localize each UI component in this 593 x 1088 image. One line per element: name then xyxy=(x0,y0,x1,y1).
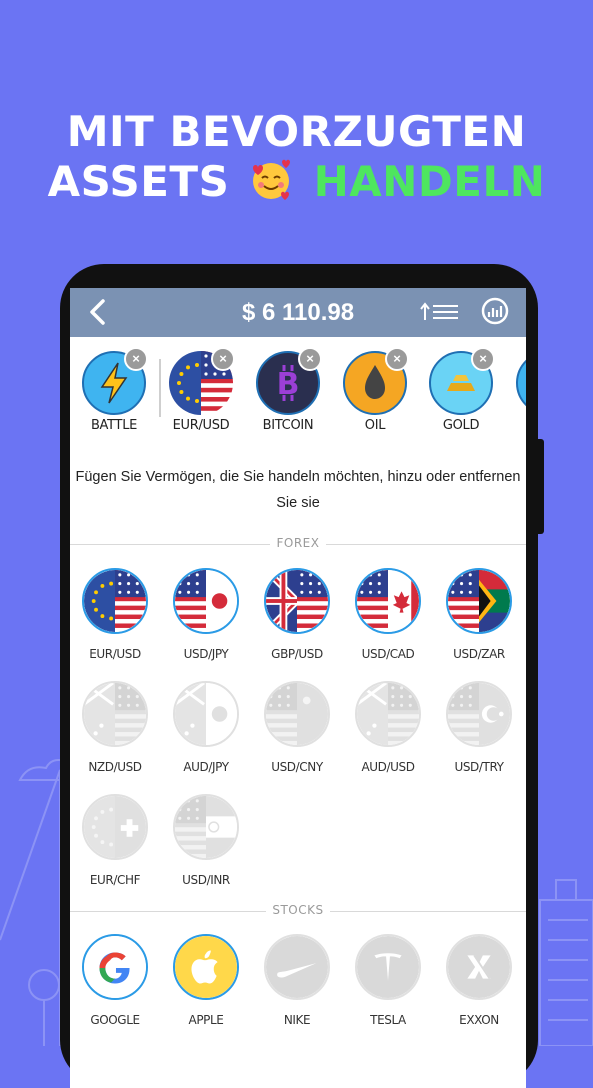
asset-usd-cad[interactable]: USD/CAD xyxy=(348,568,428,661)
remove-favorite-button[interactable]: × xyxy=(298,347,322,371)
gbp-usd-icon xyxy=(264,568,330,634)
aud-jpy-icon xyxy=(173,681,239,747)
asset-tesla[interactable]: TESLA xyxy=(348,934,428,1027)
asset-label: USD/JPY xyxy=(183,647,229,661)
partial-icon xyxy=(516,351,526,415)
asset-label: APPLE xyxy=(188,1013,224,1027)
section-title-stocks: STOCKS xyxy=(272,903,324,917)
smiling-face-with-hearts-icon xyxy=(253,159,291,200)
usd-inr-icon xyxy=(173,794,239,860)
usd-jpy-icon xyxy=(173,568,239,634)
phone-frame: $ 6 110.98 × BATTLE × EUR/USD B × BITCOIN × OIL ×… xyxy=(60,264,544,1088)
usd-zar-icon xyxy=(446,568,512,634)
eur-usd-flag-icon: × xyxy=(169,347,235,415)
favorites-row: ×BATTLE×EUR/USDB×BITCOIN×OIL×GOLDET xyxy=(70,337,526,449)
asset-eur-usd[interactable]: EUR/USD xyxy=(75,568,155,661)
favorite-battle[interactable]: × BATTLE xyxy=(79,347,149,433)
asset-label: AUD/USD xyxy=(361,760,415,774)
asset-gbp-usd[interactable]: GBP/USD xyxy=(257,568,337,661)
nike-icon xyxy=(264,934,330,1000)
asset-aud-jpy[interactable]: AUD/JPY xyxy=(166,681,246,774)
asset-label: NZD/USD xyxy=(88,760,142,774)
exxon-icon xyxy=(446,934,512,1000)
asset-usd-jpy[interactable]: USD/JPY xyxy=(166,568,246,661)
asset-google[interactable]: GOOGLE xyxy=(75,934,155,1027)
asset-label: USD/INR xyxy=(182,873,230,887)
asset-eur-chf[interactable]: EUR/CHF xyxy=(75,794,155,887)
asset-usd-cny[interactable]: USD/CNY xyxy=(257,681,337,774)
chart-icon xyxy=(481,297,509,325)
apple-icon xyxy=(173,934,239,1000)
section-header-forex: FOREX xyxy=(70,534,526,554)
phone-side-button xyxy=(538,439,544,534)
asset-label: USD/CNY xyxy=(271,760,323,774)
asset-label: NIKE xyxy=(283,1013,311,1027)
usd-cad-icon xyxy=(355,568,421,634)
asset-label: EUR/USD xyxy=(89,647,141,661)
chevron-left-icon xyxy=(90,299,105,325)
usd-cny-icon xyxy=(264,681,330,747)
asset-usd-zar[interactable]: USD/ZAR xyxy=(439,568,519,661)
asset-label: TESLA xyxy=(370,1013,406,1027)
asset-label: USD/CAD xyxy=(361,647,415,661)
headline: MIT BEVORZUGTEN ASSETS HANDELN xyxy=(0,108,593,206)
asset-label: USD/TRY xyxy=(454,760,504,774)
usd-try-icon xyxy=(446,681,512,747)
remove-favorite-button[interactable]: × xyxy=(385,347,409,371)
section-header-stocks: STOCKS xyxy=(70,901,526,921)
sort-button[interactable] xyxy=(420,300,460,324)
favorite-label: GOLD xyxy=(442,418,480,433)
remove-favorite-button[interactable]: × xyxy=(471,347,495,371)
top-bar: $ 6 110.98 xyxy=(70,288,526,337)
asset-usd-inr[interactable]: USD/INR xyxy=(166,794,246,887)
favorite-eur-usd[interactable]: × EUR/USD xyxy=(166,347,236,433)
asset-apple[interactable]: APPLE xyxy=(166,934,246,1027)
aud-usd-icon xyxy=(355,681,421,747)
asset-label: EXXON xyxy=(459,1013,499,1027)
remove-favorite-button[interactable]: × xyxy=(124,347,148,371)
asset-label: EUR/CHF xyxy=(89,873,141,887)
asset-label: GOOGLE xyxy=(90,1013,140,1027)
gold-bars-icon: × xyxy=(429,347,495,415)
asset-nike[interactable]: NIKE xyxy=(257,934,337,1027)
svg-text:B: B xyxy=(277,367,300,402)
sort-list-icon xyxy=(420,302,458,320)
bitcoin-icon: B × xyxy=(256,347,322,415)
asset-usd-try[interactable]: USD/TRY xyxy=(439,681,519,774)
nzd-usd-icon xyxy=(82,681,148,747)
favorite-bitcoin[interactable]: B × BITCOIN xyxy=(253,347,323,433)
asset-label: AUD/JPY xyxy=(183,760,229,774)
asset-label: GBP/USD xyxy=(271,647,323,661)
favorite-label: EUR/USD xyxy=(172,418,230,433)
favorite-label: OIL xyxy=(364,418,386,433)
favorites-divider xyxy=(159,359,161,417)
favorite-label: BATTLE xyxy=(90,418,138,433)
favorite-label: ET xyxy=(513,418,526,433)
asset-aud-usd[interactable]: AUD/USD xyxy=(348,681,428,774)
headline-line1: MIT BEVORZUGTEN xyxy=(66,107,527,156)
lightning-icon: × xyxy=(82,347,148,415)
asset-nzd-usd[interactable]: NZD/USD xyxy=(75,681,155,774)
section-title-forex: FOREX xyxy=(276,536,320,550)
headline-white-word: ASSETS xyxy=(47,157,230,206)
headline-line2: ASSETS HANDELN xyxy=(0,156,593,206)
favorite-gold[interactable]: × GOLD xyxy=(426,347,496,433)
app-screen: $ 6 110.98 × BATTLE × EUR/USD B × BITCOIN × OIL ×… xyxy=(70,288,526,1088)
oil-drop-icon: × xyxy=(343,347,409,415)
instruction-text: Fügen Sie Vermögen, die Sie handeln möch… xyxy=(75,469,521,511)
eur-usd-icon xyxy=(82,568,148,634)
statistics-button[interactable] xyxy=(480,296,510,326)
google-icon xyxy=(82,934,148,1000)
remove-favorite-button[interactable]: × xyxy=(211,347,235,371)
headline-green-word: HANDELN xyxy=(313,157,546,206)
tesla-icon xyxy=(355,934,421,1000)
eur-chf-icon xyxy=(82,794,148,860)
asset-exxon[interactable]: EXXON xyxy=(439,934,519,1027)
favorite-oil[interactable]: × OIL xyxy=(340,347,410,433)
favorite-et[interactable]: ET xyxy=(513,351,526,433)
back-button[interactable] xyxy=(86,298,110,326)
favorite-label: BITCOIN xyxy=(262,418,314,433)
asset-label: USD/ZAR xyxy=(453,647,505,661)
